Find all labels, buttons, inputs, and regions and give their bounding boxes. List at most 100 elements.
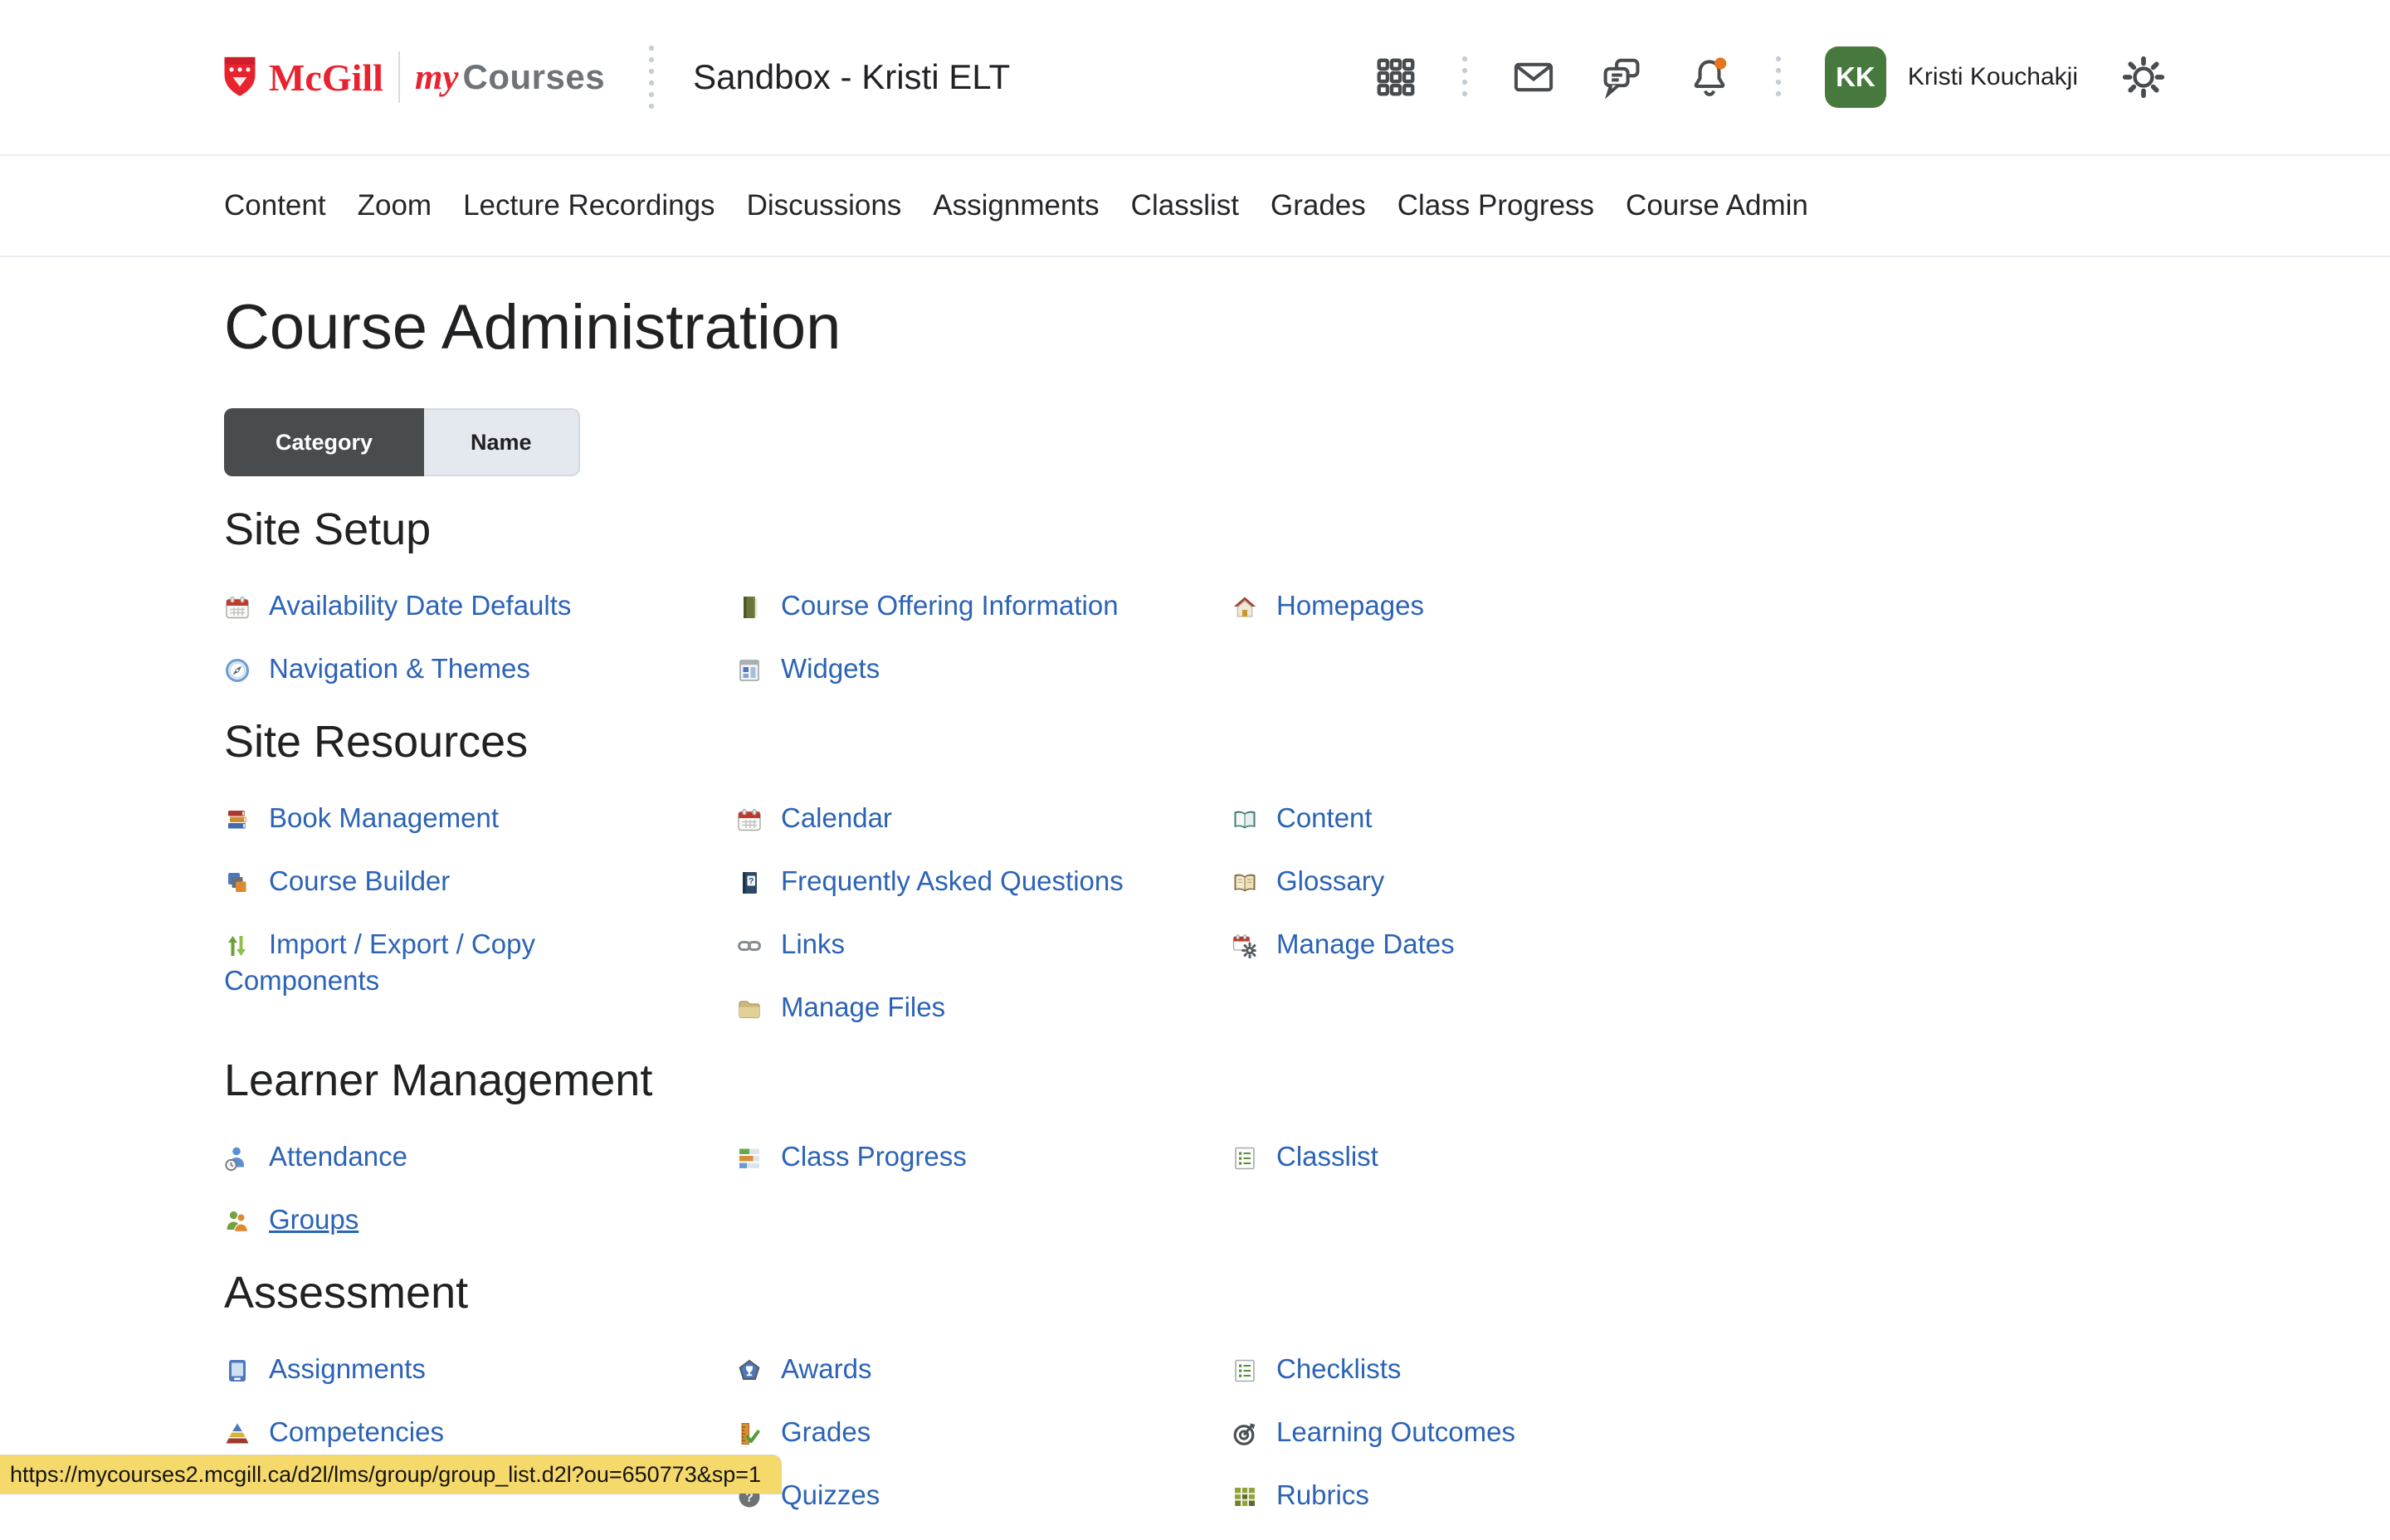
nav-item-discussions[interactable]: Discussions: [747, 189, 902, 222]
section-column: Checklists Learning Outcomes Rubrics: [1232, 1351, 1663, 1540]
app-grid-icon[interactable]: [1373, 55, 1418, 100]
admin-link-label: Awards: [781, 1353, 871, 1384]
admin-link-learning-outcomes[interactable]: Learning Outcomes: [1232, 1414, 1663, 1450]
toggle-category-button[interactable]: Category: [224, 408, 424, 476]
home-icon: [1232, 594, 1258, 621]
mycourses-logo[interactable]: McGill my Courses: [221, 51, 605, 103]
avatar[interactable]: KK: [1825, 46, 1886, 108]
bell-icon[interactable]: [1687, 55, 1732, 100]
nav-item-grades[interactable]: Grades: [1271, 189, 1366, 222]
section-columns: Availability Date Defaults Navigation & T…: [224, 587, 2166, 714]
admin-link-grades[interactable]: Grades: [736, 1414, 1168, 1450]
attendance-icon: [224, 1145, 251, 1172]
brand-divider: [398, 51, 400, 103]
folder-icon: [736, 996, 763, 1022]
mcgill-crest-icon: [221, 55, 259, 100]
calendar-icon: [224, 594, 251, 621]
admin-link-label: Quizzes: [781, 1479, 880, 1510]
books-stack-icon: [224, 807, 251, 833]
section-columns: Attendance Groups Class Progress Classlist: [224, 1138, 2166, 1265]
course-builder-icon: [224, 870, 251, 896]
admin-link-label: Availability Date Defaults: [269, 590, 571, 621]
gear-icon[interactable]: [2121, 55, 2166, 100]
admin-link-label: Assignments: [269, 1353, 426, 1384]
admin-link-label: Links: [781, 928, 845, 959]
admin-link-label: Learning Outcomes: [1276, 1416, 1515, 1447]
nav-item-content[interactable]: Content: [224, 189, 326, 222]
grades-icon: [736, 1421, 763, 1447]
section-column: Attendance Groups: [224, 1138, 656, 1265]
admin-link-import-export-copy-components[interactable]: Import / Export / Copy Components: [224, 926, 656, 999]
admin-link-attendance[interactable]: Attendance: [224, 1138, 656, 1175]
admin-link-rubrics[interactable]: Rubrics: [1232, 1477, 1663, 1513]
calendar-gear-icon: [1232, 933, 1258, 959]
admin-link-label: Calendar: [781, 802, 892, 833]
section-column: Content Glossary Manage Dates: [1232, 800, 1663, 989]
section-title-learner-management: Learner Management: [224, 1052, 2166, 1109]
admin-link-manage-dates[interactable]: Manage Dates: [1232, 926, 1663, 962]
nav-item-zoom[interactable]: Zoom: [358, 189, 432, 222]
dotted-separator: [1461, 53, 1468, 101]
nav-item-course-admin[interactable]: Course Admin: [1626, 189, 1808, 222]
assignments-icon: [224, 1357, 251, 1384]
admin-link-course-offering-information[interactable]: Course Offering Information: [736, 587, 1168, 624]
admin-link-links[interactable]: Links: [736, 926, 1168, 962]
admin-link-assignments[interactable]: Assignments: [224, 1351, 656, 1387]
admin-link-competencies[interactable]: Competencies: [224, 1414, 656, 1450]
admin-link-checklists[interactable]: Checklists: [1232, 1351, 1663, 1387]
admin-link-label: Attendance: [269, 1141, 407, 1172]
toggle-name-button[interactable]: Name: [424, 408, 580, 476]
user-menu[interactable]: KK Kristi Kouchakji: [1825, 46, 2078, 108]
admin-link-frequently-asked-questions[interactable]: ?Frequently Asked Questions: [736, 863, 1168, 899]
admin-link-awards[interactable]: Awards: [736, 1351, 1168, 1387]
compass-icon: [224, 657, 251, 684]
admin-link-calendar[interactable]: Calendar: [736, 800, 1168, 836]
dotted-separator: [1775, 53, 1782, 101]
user-name: Kristi Kouchakji: [1908, 63, 2078, 91]
brand-product-prefix: my: [415, 57, 459, 98]
section-column: Awards Grades ?Quizzes: [736, 1351, 1168, 1540]
admin-link-book-management[interactable]: Book Management: [224, 800, 656, 836]
section-column: Classlist: [1232, 1138, 1663, 1201]
admin-link-class-progress[interactable]: Class Progress: [736, 1138, 1168, 1175]
admin-link-course-builder[interactable]: Course Builder: [224, 863, 656, 899]
page-title: Course Administration: [224, 287, 2166, 368]
admin-link-label: Course Builder: [269, 865, 450, 896]
top-minibar: McGill my Courses Sandbox - Kristi ELT K…: [0, 0, 2390, 156]
chat-icon[interactable]: [1599, 55, 1644, 100]
nav-item-class-progress[interactable]: Class Progress: [1397, 189, 1594, 222]
competencies-icon: [224, 1421, 251, 1447]
chain-links-icon: [736, 933, 763, 959]
admin-link-classlist[interactable]: Classlist: [1232, 1138, 1663, 1175]
admin-link-availability-date-defaults[interactable]: Availability Date Defaults: [224, 587, 656, 624]
admin-link-navigation-themes[interactable]: Navigation & Themes: [224, 651, 656, 687]
nav-item-classlist[interactable]: Classlist: [1131, 189, 1239, 222]
admin-link-content[interactable]: Content: [1232, 800, 1663, 836]
admin-link-label: Frequently Asked Questions: [781, 865, 1124, 896]
main-content: Course Administration Category Name Site…: [0, 287, 2390, 1540]
admin-link-groups[interactable]: Groups: [224, 1201, 656, 1238]
nav-item-assignments[interactable]: Assignments: [933, 189, 1099, 222]
widgets-icon: [736, 657, 763, 684]
section-column: Calendar ?Frequently Asked Questions Links…: [736, 800, 1168, 1052]
section-column: Class Progress: [736, 1138, 1168, 1201]
admin-link-quizzes[interactable]: ?Quizzes: [736, 1477, 1168, 1513]
admin-link-label: Homepages: [1276, 590, 1424, 621]
admin-link-label: Content: [1276, 802, 1373, 833]
progress-bars-icon: [736, 1145, 763, 1172]
admin-link-widgets[interactable]: Widgets: [736, 651, 1168, 687]
section-column: Book Management Course Builder Import / Ex…: [224, 800, 656, 1026]
admin-link-glossary[interactable]: Glossary: [1232, 863, 1663, 899]
admin-link-homepages[interactable]: Homepages: [1232, 587, 1663, 624]
section-column: Homepages: [1232, 587, 1663, 651]
calendar-icon: [736, 807, 763, 833]
status-url-tooltip: https://mycourses2.mcgill.ca/d2l/lms/gro…: [0, 1455, 781, 1494]
brand-product-name: Courses: [463, 57, 606, 97]
email-icon[interactable]: [1511, 55, 1556, 100]
view-toggle: Category Name: [224, 408, 580, 476]
admin-link-label: Manage Dates: [1276, 928, 1455, 959]
admin-link-label: Rubrics: [1276, 1479, 1369, 1510]
admin-link-manage-files[interactable]: Manage Files: [736, 989, 1168, 1026]
admin-link-label: Course Offering Information: [781, 590, 1119, 621]
nav-item-lecture-recordings[interactable]: Lecture Recordings: [463, 189, 715, 222]
